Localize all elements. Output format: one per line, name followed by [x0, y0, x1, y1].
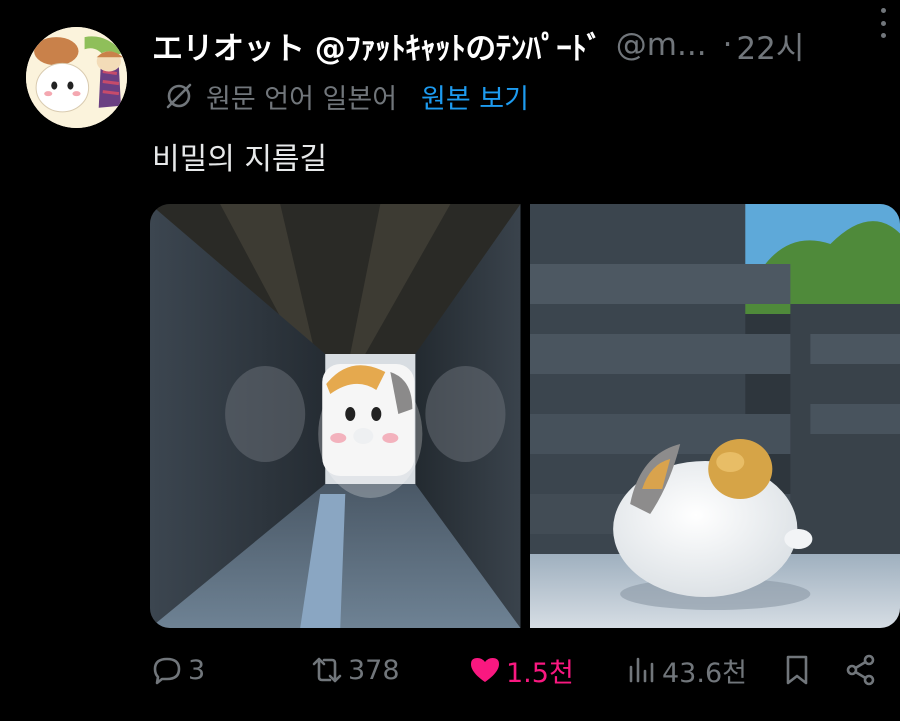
media-grid — [150, 204, 900, 628]
like-button[interactable]: 1.5천 — [468, 648, 574, 692]
translation-label: 원문 언어 일본어 — [206, 83, 398, 115]
tweet-header: エリオット @ﾌｧｯﾄｷｬｯﾄのﾃﾝﾊﾟｰﾄﾞ @m... · 22시 — [152, 22, 892, 68]
views-chart-icon — [629, 657, 654, 683]
user-handle[interactable]: @m... — [616, 27, 707, 63]
reply-count: 3 — [188, 654, 206, 686]
bookmark-button[interactable] — [780, 648, 814, 692]
share-button[interactable] — [844, 648, 878, 692]
translate-off-icon — [166, 83, 192, 109]
dot — [880, 33, 886, 38]
retweet-icon — [312, 657, 342, 683]
reply-button[interactable]: 3 — [150, 648, 205, 692]
media-image-2[interactable] — [529, 204, 900, 628]
views-count: 43.6천 — [662, 657, 747, 689]
views-button[interactable]: 43.6천 — [624, 648, 747, 692]
media-image-1[interactable] — [150, 204, 521, 628]
avatar[interactable] — [26, 27, 127, 128]
timestamp[interactable]: 22시 — [736, 23, 804, 68]
view-original-link[interactable]: 원본 보기 — [421, 77, 529, 116]
reply-icon — [153, 657, 181, 685]
display-name[interactable]: エリオット @ﾌｧｯﾄｷｬｯﾄのﾃﾝﾊﾟｰﾄﾞ — [152, 23, 602, 68]
action-bar: 3 378 1.5천 43.6천 — [150, 648, 890, 692]
retweet-count: 378 — [348, 654, 400, 686]
dot — [880, 20, 886, 26]
share-icon — [846, 654, 875, 686]
translation-info: 원문 언어 일본어 원본 보기 — [164, 77, 529, 115]
heart-icon — [471, 658, 499, 682]
tweet: エリオット @ﾌｧｯﾄｷｬｯﾄのﾃﾝﾊﾟｰﾄﾞ @m... · 22시 원문 언… — [0, 0, 900, 721]
dot-separator: · — [722, 27, 733, 63]
post-text: 비밀의 지름길 — [152, 142, 328, 177]
more-options-icon[interactable] — [876, 8, 890, 38]
bookmark-icon — [786, 655, 808, 685]
like-count: 1.5천 — [506, 657, 574, 689]
retweet-button[interactable]: 378 — [310, 648, 400, 692]
dot — [880, 8, 886, 13]
